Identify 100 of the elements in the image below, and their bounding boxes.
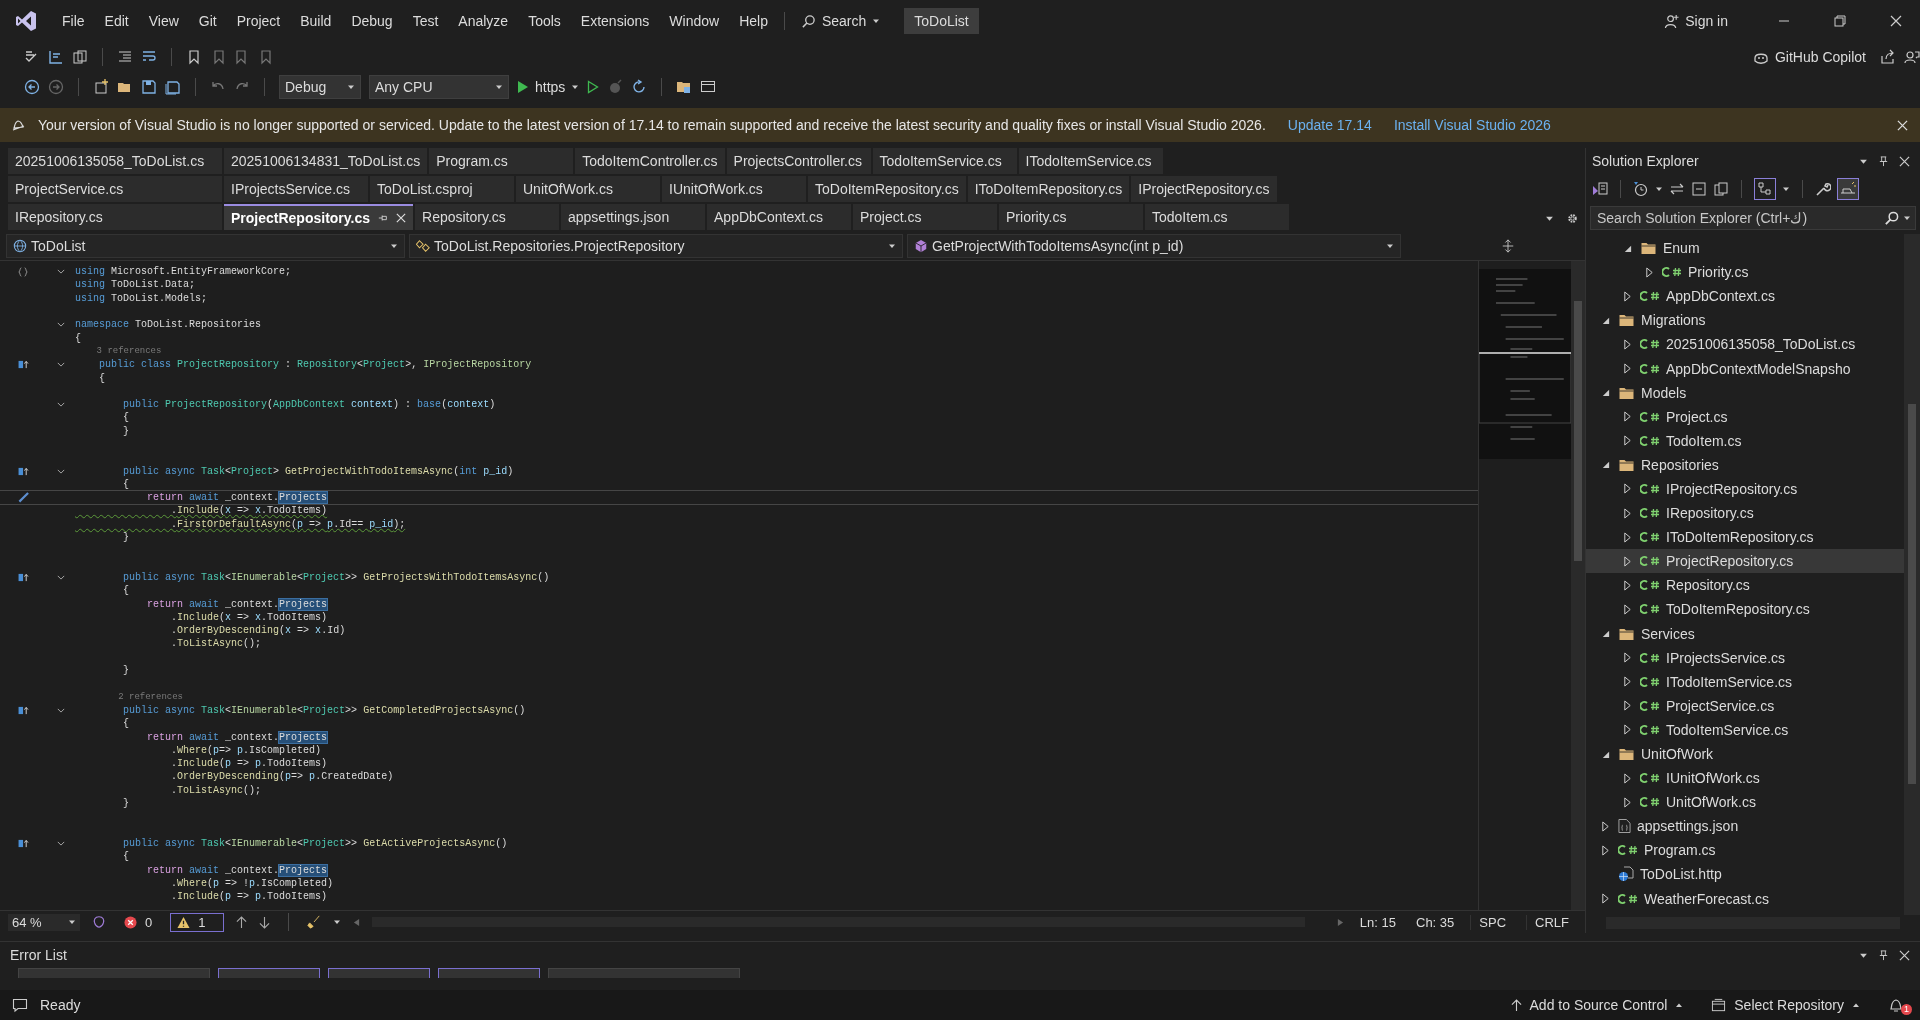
member-dropdown[interactable]: GetProjectWithTodoItemsAsync(int p_id) bbox=[907, 234, 1401, 258]
tree-item[interactable]: Repository.cs bbox=[1586, 573, 1904, 598]
tree-item[interactable]: Enum bbox=[1586, 236, 1904, 261]
document-tab[interactable]: TodoItemService.cs bbox=[872, 148, 1017, 174]
tree-item[interactable]: 20251006135058_ToDoList.cs bbox=[1586, 332, 1904, 357]
menu-item[interactable]: Project bbox=[226, 9, 291, 33]
tree-item[interactable]: UnitOfWork.cs bbox=[1586, 790, 1904, 815]
caret-icon[interactable] bbox=[1782, 185, 1790, 193]
whitespace-mode[interactable]: SPC bbox=[1470, 914, 1515, 930]
screwdriver-icon[interactable] bbox=[17, 492, 29, 504]
collapsed-arrow-icon[interactable] bbox=[1622, 724, 1632, 736]
document-tab[interactable]: appsettings.json bbox=[561, 204, 705, 230]
menu-item[interactable]: View bbox=[138, 9, 189, 33]
hierarchy-icon[interactable] bbox=[1754, 178, 1776, 200]
collapsed-arrow-icon[interactable] bbox=[1622, 411, 1632, 423]
zoom-dropdown[interactable]: 64 % bbox=[8, 913, 80, 931]
tree-item[interactable]: AppDbContextModelSnapsho bbox=[1586, 356, 1904, 381]
menu-item[interactable]: Edit bbox=[94, 9, 139, 33]
collapsed-arrow-icon[interactable] bbox=[1622, 796, 1632, 808]
line-ending-mode[interactable]: CRLF bbox=[1526, 914, 1577, 930]
collapsed-arrow-icon[interactable] bbox=[1622, 363, 1632, 374]
close-icon[interactable] bbox=[1897, 119, 1908, 131]
source-control-button[interactable]: Add to Source Control bbox=[1510, 997, 1684, 1013]
document-tab[interactable]: IProjectRepository.cs bbox=[1131, 176, 1277, 202]
tree-item[interactable]: Services bbox=[1586, 621, 1904, 646]
tree-item[interactable]: Repositories bbox=[1586, 452, 1904, 477]
solution-icon[interactable] bbox=[1592, 181, 1608, 197]
column-number[interactable]: Ch: 35 bbox=[1412, 914, 1459, 930]
reference-count[interactable]: 3 references bbox=[75, 344, 162, 358]
sign-in-button[interactable]: Sign in bbox=[1654, 9, 1738, 33]
document-tab[interactable]: AppDbContext.cs bbox=[707, 204, 851, 230]
tree-item[interactable]: TodoItemService.cs bbox=[1586, 717, 1904, 742]
collapsed-arrow-icon[interactable] bbox=[1622, 676, 1632, 688]
collapsed-arrow-icon[interactable] bbox=[1622, 507, 1632, 519]
tree-item[interactable]: IProjectRepository.cs bbox=[1586, 476, 1904, 502]
document-tab[interactable]: Repository.cs bbox=[415, 204, 559, 230]
document-tab[interactable]: Project.cs bbox=[853, 204, 997, 230]
document-tab[interactable]: UnitOfWork.cs bbox=[516, 176, 660, 202]
folder-view-icon[interactable] bbox=[676, 79, 693, 95]
tree-item[interactable]: Priority.cs bbox=[1586, 260, 1904, 285]
document-tab[interactable]: IToDoItemRepository.cs bbox=[967, 176, 1130, 202]
implementation-icon[interactable] bbox=[17, 705, 29, 715]
bell-icon[interactable] bbox=[1888, 997, 1904, 1013]
tree-item[interactable]: appsettings.json bbox=[1586, 814, 1904, 839]
menu-item[interactable]: Window bbox=[659, 9, 730, 33]
document-tab[interactable]: ITodoItemService.cs bbox=[1018, 148, 1163, 174]
tree-item[interactable]: ProjectService.cs bbox=[1586, 693, 1904, 718]
indent-icon[interactable] bbox=[117, 49, 133, 65]
share-icon[interactable] bbox=[1880, 49, 1896, 65]
fold-chevron-icon[interactable] bbox=[56, 402, 65, 408]
document-tab[interactable]: ProjectService.cs bbox=[8, 176, 222, 202]
collapse-all-icon[interactable] bbox=[1691, 181, 1707, 197]
arrow-up-icon[interactable] bbox=[236, 915, 248, 929]
collapsed-arrow-icon[interactable] bbox=[1600, 820, 1610, 832]
tree-item[interactable]: AppDbContext.cs bbox=[1586, 284, 1904, 309]
run-button[interactable]: https bbox=[517, 79, 580, 95]
sync-icon[interactable] bbox=[1669, 181, 1685, 197]
expanded-arrow-icon[interactable] bbox=[1600, 460, 1610, 470]
bookmark-icon[interactable] bbox=[186, 49, 202, 65]
pin-icon[interactable] bbox=[1878, 155, 1889, 167]
platform-dropdown[interactable]: Any CPU bbox=[369, 75, 509, 99]
copy-icon[interactable] bbox=[1713, 181, 1729, 197]
document-tab[interactable]: ProjectRepository.cs bbox=[224, 204, 413, 230]
collapsed-arrow-icon[interactable] bbox=[1622, 435, 1632, 447]
expanded-arrow-icon[interactable] bbox=[1622, 243, 1632, 253]
tree-item[interactable]: ToDoList.http bbox=[1586, 862, 1904, 887]
repository-button[interactable]: Select Repository bbox=[1711, 997, 1860, 1013]
save-icon[interactable] bbox=[141, 79, 157, 95]
arrow-down-icon[interactable] bbox=[259, 915, 271, 929]
scrollbar[interactable] bbox=[1571, 261, 1585, 910]
collapsed-arrow-icon[interactable] bbox=[1622, 338, 1632, 350]
save-all-icon[interactable] bbox=[165, 79, 181, 95]
collapsed-arrow-icon[interactable] bbox=[1622, 772, 1632, 784]
expanded-arrow-icon[interactable] bbox=[1600, 749, 1610, 759]
pin-icon[interactable] bbox=[1878, 949, 1889, 961]
caret-icon[interactable] bbox=[1655, 185, 1663, 193]
configuration-dropdown[interactable]: Debug bbox=[279, 75, 361, 99]
expanded-arrow-icon[interactable] bbox=[1600, 315, 1610, 325]
preview-icon[interactable] bbox=[1837, 178, 1859, 200]
document-tab[interactable]: ToDoList.csproj bbox=[370, 176, 514, 202]
document-tab[interactable]: TodoItem.cs bbox=[1145, 204, 1289, 230]
menu-item[interactable]: Git bbox=[188, 9, 227, 33]
settings-icon[interactable] bbox=[1566, 211, 1579, 225]
refresh-icon[interactable] bbox=[631, 79, 648, 95]
project-dropdown[interactable]: ToDoList bbox=[6, 234, 405, 258]
error-count[interactable]: 0 bbox=[118, 913, 159, 931]
implementation-icon[interactable] bbox=[17, 360, 29, 370]
search-field[interactable]: Search Solution Explorer (Ctrl+ك) bbox=[1590, 206, 1916, 230]
close-icon[interactable] bbox=[1899, 949, 1910, 961]
collapsed-arrow-icon[interactable] bbox=[1600, 893, 1610, 905]
fold-chevron-icon[interactable] bbox=[56, 269, 65, 275]
copilot-button[interactable]: GitHub Copilot bbox=[1752, 49, 1866, 65]
implementation-icon[interactable] bbox=[17, 466, 29, 476]
collapsed-arrow-icon[interactable] bbox=[1622, 603, 1632, 615]
restore-icon[interactable] bbox=[1834, 15, 1846, 27]
tree-item[interactable]: IUnitOfWork.cs bbox=[1586, 766, 1904, 791]
tree-item[interactable]: Models bbox=[1586, 380, 1904, 405]
close-icon[interactable] bbox=[1899, 155, 1910, 167]
tree-item[interactable]: IProjectsService.cs bbox=[1586, 645, 1904, 670]
search-button[interactable]: Search bbox=[790, 9, 891, 33]
